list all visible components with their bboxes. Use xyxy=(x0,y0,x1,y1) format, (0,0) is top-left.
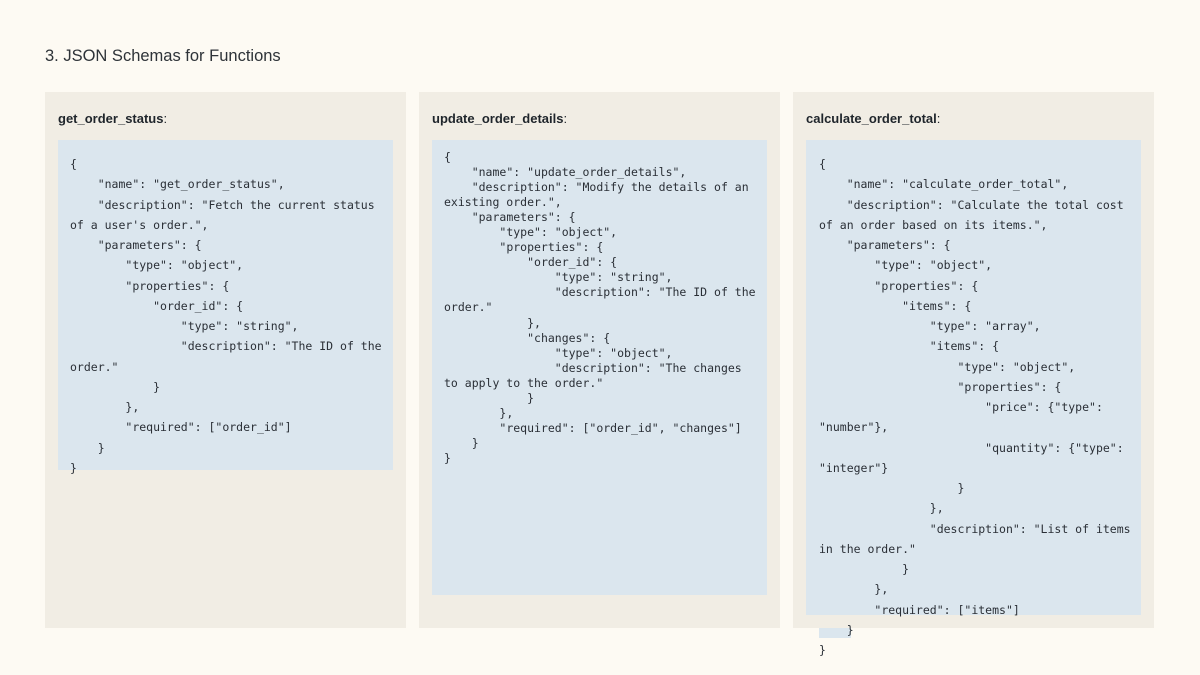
function-card-get-order-status: get_order_status: { "name": "get_order_s… xyxy=(45,92,406,628)
heading-colon: : xyxy=(163,111,168,126)
card-heading: get_order_status: xyxy=(58,111,167,126)
function-name: get_order_status xyxy=(58,111,164,126)
function-name: update_order_details xyxy=(432,111,564,126)
heading-colon: : xyxy=(936,111,941,126)
json-schema-code: { "name": "update_order_details", "descr… xyxy=(444,150,756,465)
json-schema-code: { "name": "calculate_order_total", "desc… xyxy=(819,157,1131,657)
card-heading: update_order_details: xyxy=(432,111,567,126)
card-heading: calculate_order_total: xyxy=(806,111,940,126)
function-card-update-order-details: update_order_details: { "name": "update_… xyxy=(419,92,780,628)
json-schema-code: { "name": "get_order_status", "descripti… xyxy=(70,157,382,475)
page-title: 3. JSON Schemas for Functions xyxy=(45,47,281,65)
heading-colon: : xyxy=(563,111,568,126)
function-name: calculate_order_total xyxy=(806,111,937,126)
